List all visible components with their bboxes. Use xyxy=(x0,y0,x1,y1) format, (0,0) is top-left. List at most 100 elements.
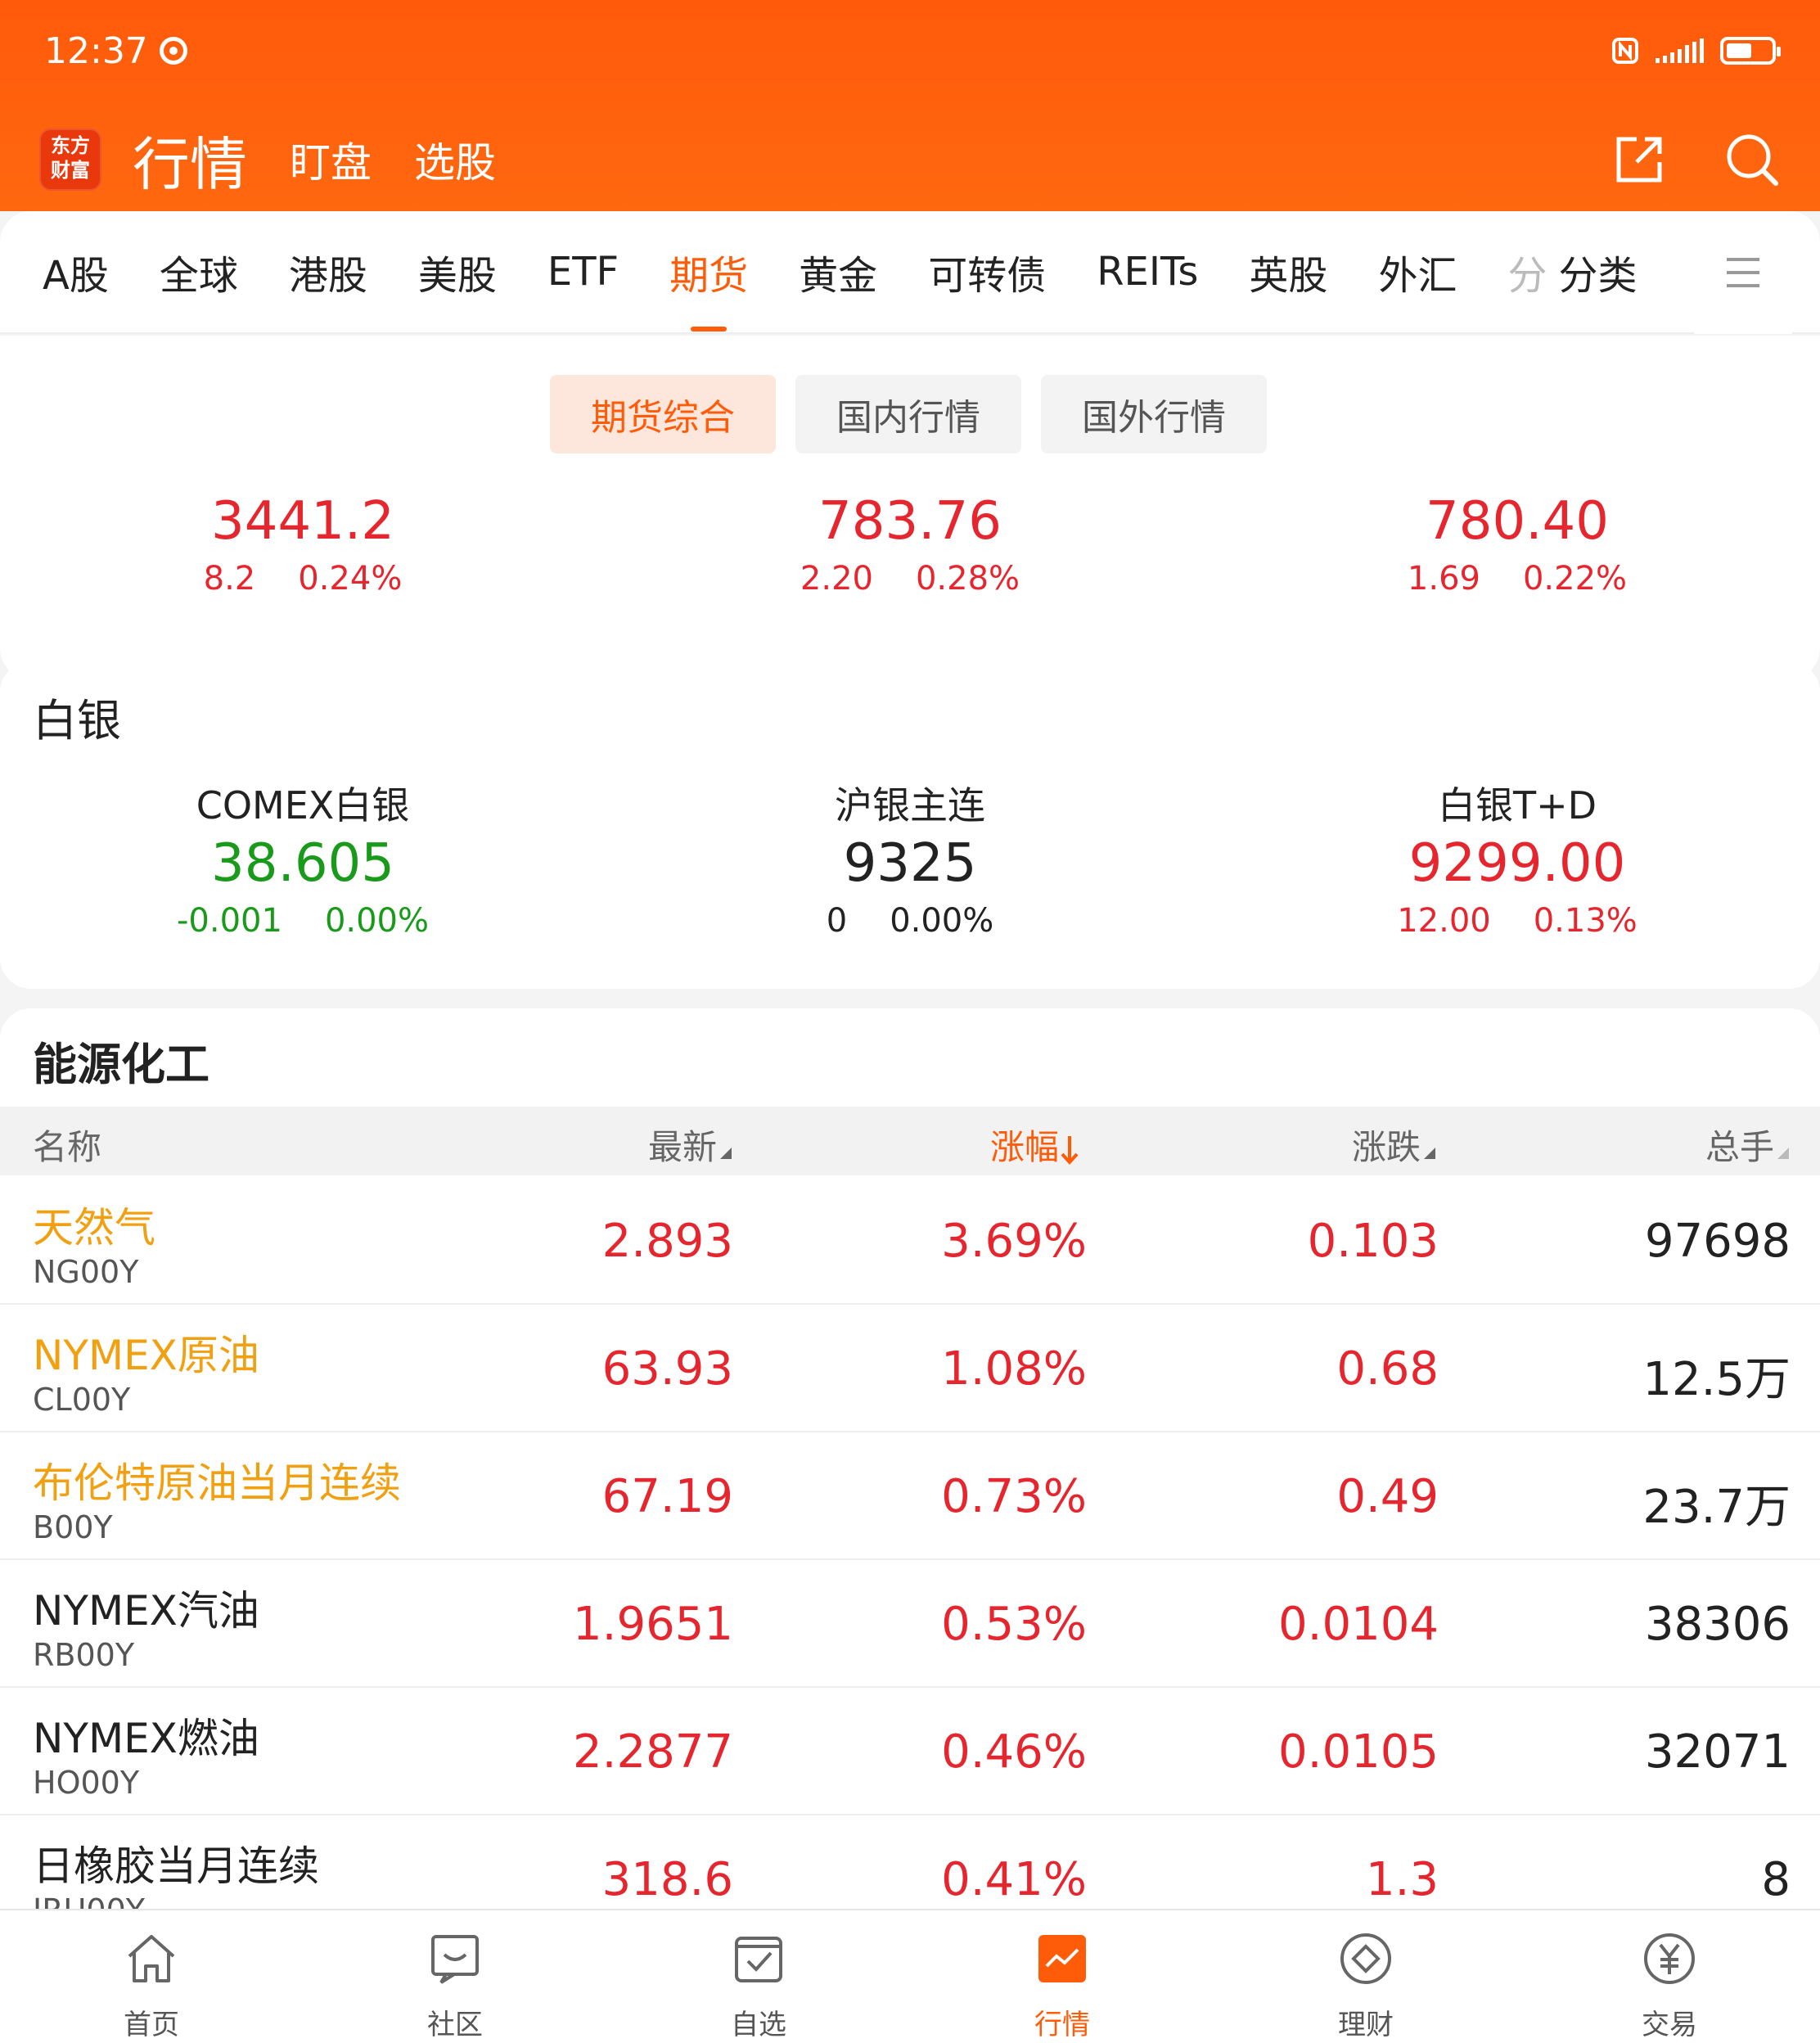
nav-label: 交易 xyxy=(1642,2009,1697,2041)
row-name: 日橡胶当月连续 xyxy=(33,1842,319,1890)
header-volume-sort[interactable]: 总手 xyxy=(1705,1120,1790,1170)
header-latest-sort[interactable]: 最新 xyxy=(648,1120,732,1170)
tab-category-partial: 分 xyxy=(1507,253,1547,299)
notification-icon xyxy=(159,37,187,65)
row-pct: 1.08% xyxy=(941,1342,1087,1396)
table-row[interactable]: 日橡胶当月连续 JRU00Y 318.6 0.41% 1.3 8 xyxy=(0,1815,1820,1909)
tab-hk[interactable]: 港股 xyxy=(289,243,367,300)
row-volume: 97698 xyxy=(1644,1215,1791,1268)
watchlist-icon xyxy=(735,1937,782,1982)
market-icon xyxy=(1038,1935,1086,1982)
quote-name: 白银T+D xyxy=(1437,783,1597,828)
subtab-foreign[interactable]: 国外行情 xyxy=(1041,375,1267,453)
search-icon[interactable] xyxy=(1723,131,1781,188)
table-row[interactable]: 天然气 NG00Y 2.893 3.69% 0.103 97698 xyxy=(0,1177,1820,1305)
quote-pct: 0.24% xyxy=(298,560,403,598)
row-chg: 0.68 xyxy=(1336,1342,1439,1396)
menu-icon xyxy=(1727,258,1759,287)
quote-cell[interactable]: 3441.2 8.2 0.24% xyxy=(0,491,606,598)
row-volume: 8 xyxy=(1761,1853,1791,1906)
sort-icon xyxy=(1777,1148,1790,1159)
row-pct: 0.73% xyxy=(941,1470,1087,1523)
tab-futures[interactable]: 期货 xyxy=(669,243,748,331)
subtab-futures-overview[interactable]: 期货综合 xyxy=(550,375,776,453)
header-pct-sort[interactable]: 涨幅 xyxy=(990,1120,1080,1170)
sub-tabs: 期货综合 国内行情 国外行情 xyxy=(550,375,1267,453)
quote-change: 2.20 xyxy=(800,560,873,598)
row-latest: 1.9651 xyxy=(573,1598,733,1651)
quote-cell[interactable]: COMEX白银 38.605 -0.001 0.00% xyxy=(0,776,606,940)
row-chg: 0.49 xyxy=(1336,1470,1439,1523)
tab-uk[interactable]: 英股 xyxy=(1249,243,1327,300)
row-code: JRU00Y xyxy=(33,1892,145,1909)
row-latest: 2.893 xyxy=(601,1215,733,1268)
header-chg-sort[interactable]: 涨跌 xyxy=(1352,1120,1436,1170)
share-icon[interactable] xyxy=(1612,133,1666,187)
table-row[interactable]: NYMEX汽油 RB00Y 1.9651 0.53% 0.0104 38306 xyxy=(0,1560,1820,1688)
section-title: 能源化工 xyxy=(33,1039,209,1090)
nav-label: 理财 xyxy=(1338,2009,1394,2041)
quote-change: 12.00 xyxy=(1397,902,1491,940)
table-row[interactable]: NYMEX燃油 HO00Y 2.2877 0.46% 0.0105 32071 xyxy=(0,1688,1820,1815)
tab-category[interactable]: 分类 xyxy=(1558,243,1637,300)
tab-us[interactable]: 美股 xyxy=(418,243,497,300)
tab-reits[interactable]: REITs xyxy=(1097,249,1198,295)
row-name: NYMEX原油 xyxy=(33,1332,259,1379)
quote-price: 3441.2 xyxy=(211,491,394,552)
nav-label: 社区 xyxy=(427,2009,483,2041)
battery-icon xyxy=(1720,37,1781,65)
quote-cell[interactable]: 沪银主连 9325 0 0.00% xyxy=(607,776,1213,940)
row-code: CL00Y xyxy=(33,1382,131,1418)
nav-home[interactable]: 首页 xyxy=(0,1910,303,2043)
nav-market[interactable]: 行情 xyxy=(911,1910,1214,2043)
sort-desc-icon xyxy=(1061,1136,1079,1165)
row-name: NYMEX燃油 xyxy=(33,1715,259,1762)
row-name: NYMEX汽油 xyxy=(33,1587,259,1635)
nav-stock-picker[interactable]: 选股 xyxy=(414,130,496,189)
page-title[interactable]: 行情 xyxy=(133,119,247,201)
tab-convertible-bonds[interactable]: 可转债 xyxy=(928,243,1046,300)
nav-label: 行情 xyxy=(1034,2009,1090,2041)
subtab-domestic[interactable]: 国内行情 xyxy=(795,375,1021,453)
nav-watchlist[interactable]: 自选 xyxy=(607,1910,910,2043)
table-row[interactable]: NYMEX原油 CL00Y 63.93 1.08% 0.68 12.5万 xyxy=(0,1305,1820,1432)
nav-wealth[interactable]: 理财 xyxy=(1214,1910,1517,2043)
quote-cell[interactable]: 白银T+D 9299.00 12.00 0.13% xyxy=(1214,776,1820,940)
logo-text: 东方 xyxy=(51,133,90,157)
quote-price: 38.605 xyxy=(211,833,394,894)
tab-global[interactable]: 全球 xyxy=(160,243,238,300)
signal-icon xyxy=(1656,38,1704,63)
tab-a-shares[interactable]: A股 xyxy=(43,243,109,300)
row-code: RB00Y xyxy=(33,1637,135,1673)
tab-forex[interactable]: 外汇 xyxy=(1378,243,1457,300)
quote-change: 8.2 xyxy=(203,560,256,598)
row-latest: 63.93 xyxy=(601,1342,733,1396)
tab-menu-button[interactable] xyxy=(1694,211,1792,334)
tab-etf[interactable]: ETF xyxy=(547,249,619,295)
quote-price: 780.40 xyxy=(1426,491,1609,552)
community-icon xyxy=(431,1935,479,1984)
quote-name: COMEX白银 xyxy=(196,783,410,828)
app-logo[interactable]: 东方 财富 xyxy=(39,129,101,191)
silver-card: 白银 COMEX白银 38.605 -0.001 0.00% 沪银主连 9325 … xyxy=(0,661,1820,989)
quote-cell[interactable]: 783.76 2.20 0.28% xyxy=(607,491,1213,598)
wealth-icon xyxy=(1340,1933,1391,1984)
quote-price: 9299.00 xyxy=(1408,833,1626,894)
quote-pct: 0.22% xyxy=(1522,560,1628,598)
nav-community[interactable]: 社区 xyxy=(304,1910,606,2043)
section-title: 白银 xyxy=(33,695,121,746)
nav-watch[interactable]: 盯盘 xyxy=(290,130,372,189)
header-pct: 涨幅 xyxy=(990,1127,1060,1167)
quote-pct: 0.00% xyxy=(324,902,430,940)
quote-pct: 0.00% xyxy=(890,902,994,940)
table-row[interactable]: 布伦特原油当月连续 B00Y 67.19 0.73% 0.49 23.7万 xyxy=(0,1432,1820,1560)
quote-cell[interactable]: 780.40 1.69 0.22% xyxy=(1214,491,1820,598)
trade-yen-icon xyxy=(1644,1933,1695,1984)
row-chg: 0.103 xyxy=(1307,1215,1439,1268)
status-time: 12:37 xyxy=(44,29,148,72)
nav-trade[interactable]: 交易 xyxy=(1518,1910,1820,2043)
nav-label: 首页 xyxy=(124,2009,179,2041)
row-code: HO00Y xyxy=(33,1765,140,1801)
tab-gold[interactable]: 黄金 xyxy=(799,243,877,300)
row-latest: 67.19 xyxy=(601,1470,733,1523)
